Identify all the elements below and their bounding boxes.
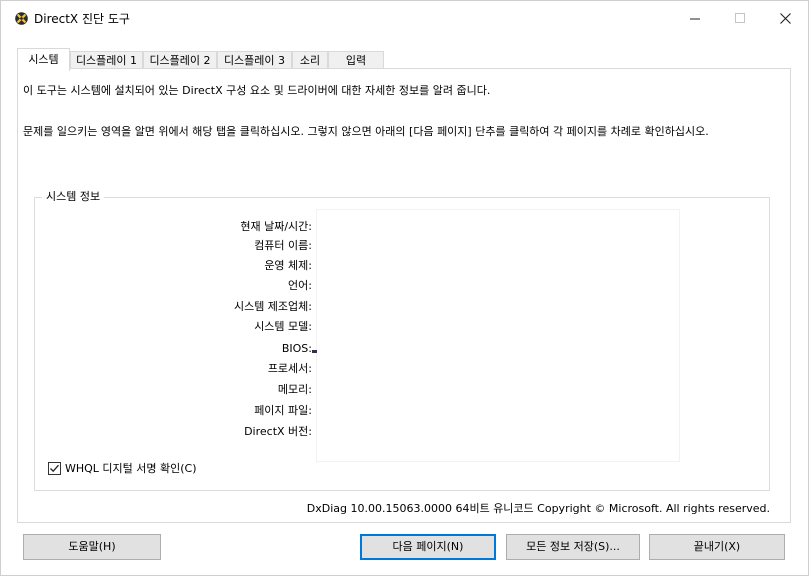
label-operating-system: 운영 체제: [264,259,312,272]
label-current-datetime: 현재 날짜/시간: [240,220,312,233]
minimize-icon [690,18,700,19]
dxdiag-version-text: DxDiag 10.00.15063.0000 64비트 유니코드 Copyri… [306,502,770,515]
checkmark-icon [50,464,59,473]
window-title: DirectX 진단 도구 [34,12,130,26]
whql-checkbox[interactable] [48,462,61,475]
system-info-values-area [317,210,679,461]
help-button[interactable]: 도움말(H) [23,534,161,560]
label-memory: 메모리: [277,383,312,396]
label-bios: BIOS: [281,342,312,355]
maximize-icon [735,12,745,23]
label-directx-version: DirectX 버전: [244,425,312,438]
text-cursor-mark [312,350,317,353]
description-text: 문제를 일으키는 영역을 알면 위에서 해당 탭을 클릭하십시오. 그렇지 않으… [23,125,709,138]
label-page-file: 페이지 파일: [254,404,312,417]
label-language: 언어: [288,279,312,292]
maximize-button[interactable] [718,1,763,35]
title-bar[interactable]: DirectX 진단 도구 [1,1,808,37]
tab-system[interactable]: 시스템 [17,48,70,71]
close-button[interactable] [763,1,808,35]
minimize-button[interactable] [673,1,718,35]
label-system-manufacturer: 시스템 제조업체: [233,300,312,313]
whql-checkbox-label[interactable]: WHQL 디지털 서명 확인(C) [65,461,197,477]
close-icon [780,12,791,24]
save-all-info-button[interactable]: 모든 정보 저장(S)... [506,534,640,560]
dxdiag-window: DirectX 진단 도구 시스템 디스플레이 1 디스플레이 2 디스플레이 … [0,0,809,576]
directx-app-icon [15,12,28,25]
intro-text: 이 도구는 시스템에 설치되어 있는 DirectX 구성 요소 및 드라이버에… [23,84,491,97]
exit-button[interactable]: 끝내기(X) [649,534,785,560]
label-processor: 프로세서: [267,362,312,375]
next-page-button[interactable]: 다음 페이지(N) [360,534,496,560]
label-system-model: 시스템 모델: [254,320,312,333]
label-computer-name: 컴퓨터 이름: [254,239,312,252]
system-info-group-title: 시스템 정보 [42,189,105,204]
